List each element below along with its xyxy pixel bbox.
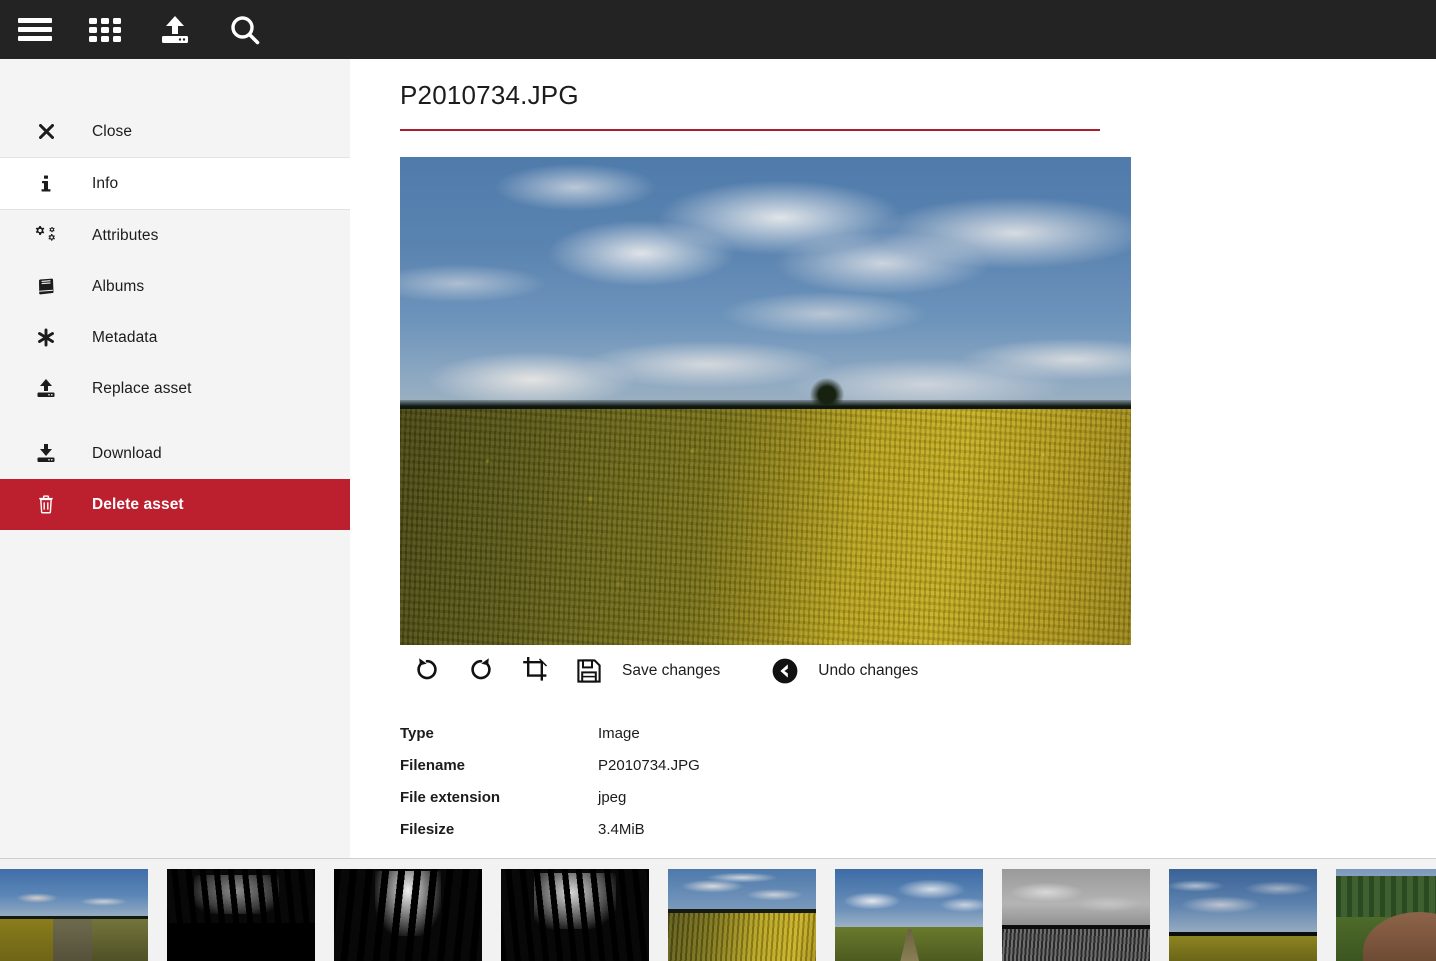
search-button[interactable] bbox=[210, 0, 280, 59]
table-row: File extension jpeg bbox=[400, 789, 700, 821]
page-title: P2010734.JPG bbox=[400, 80, 579, 110]
crop-button[interactable] bbox=[508, 649, 562, 693]
menu-icon bbox=[18, 17, 52, 43]
photo-sky-layer bbox=[400, 157, 1131, 410]
thumbnail-filmstrip[interactable] bbox=[0, 858, 1436, 961]
crop-icon bbox=[522, 656, 548, 687]
info-icon bbox=[0, 175, 92, 192]
gears-icon bbox=[0, 226, 92, 245]
rotate-right-icon bbox=[468, 656, 494, 687]
sidebar-item-label: Close bbox=[92, 122, 133, 140]
meta-value: 3.4MiB bbox=[598, 821, 645, 838]
list-item[interactable] bbox=[835, 869, 983, 961]
undo-icon bbox=[758, 649, 812, 693]
table-row: Filesize 3.4MiB bbox=[400, 821, 700, 853]
sidebar-item-label: Attributes bbox=[92, 226, 159, 244]
sidebar-item-label: Metadata bbox=[92, 328, 158, 346]
search-icon bbox=[230, 15, 260, 45]
sidebar-item-download[interactable]: Download bbox=[0, 428, 350, 479]
sidebar-group-gap bbox=[0, 414, 350, 428]
sidebar-item-info[interactable]: Info bbox=[0, 158, 350, 209]
grid-icon bbox=[89, 17, 121, 43]
download-icon bbox=[0, 444, 92, 463]
meta-value: Image bbox=[598, 725, 640, 742]
asterisk-icon bbox=[0, 328, 92, 347]
list-item[interactable] bbox=[1002, 869, 1150, 961]
thumb-sky bbox=[1169, 869, 1317, 935]
sidebar-item-delete-asset[interactable]: Delete asset bbox=[0, 479, 350, 530]
thumb-sky bbox=[835, 869, 983, 927]
thumb-field bbox=[1169, 935, 1317, 961]
rotate-right-button[interactable] bbox=[454, 649, 508, 693]
upload-icon bbox=[0, 379, 92, 398]
thumb-canopy bbox=[167, 922, 315, 961]
sidebar-item-attributes[interactable]: Attributes bbox=[0, 210, 350, 261]
thumb-path bbox=[53, 919, 95, 961]
browse-grid-button[interactable] bbox=[70, 0, 140, 59]
trash-icon bbox=[0, 495, 92, 514]
meta-key: Filesize bbox=[400, 821, 455, 838]
list-item[interactable] bbox=[501, 869, 649, 961]
list-item[interactable] bbox=[167, 869, 315, 961]
thumb-field bbox=[1002, 928, 1150, 961]
upload-button[interactable] bbox=[140, 0, 210, 59]
meta-key: Type bbox=[400, 725, 434, 742]
save-changes-label: Save changes bbox=[622, 662, 721, 679]
meta-value: P2010734.JPG bbox=[598, 757, 700, 774]
sidebar-item-label: Download bbox=[92, 444, 162, 462]
photo-field-texture bbox=[400, 409, 1131, 645]
thumb-trunks bbox=[334, 869, 482, 961]
asset-info-table: Type Image Filename P2010734.JPG File ex… bbox=[400, 725, 700, 853]
rotate-left-button[interactable] bbox=[400, 649, 454, 693]
image-edit-toolbar: Save changes Undo changes bbox=[400, 649, 918, 693]
meta-value: jpeg bbox=[598, 789, 627, 806]
thumb-field-texture bbox=[668, 912, 816, 961]
thumb-trunks bbox=[501, 869, 649, 961]
filmstrip-track bbox=[0, 869, 1436, 961]
save-icon bbox=[562, 649, 616, 693]
undo-changes-label: Undo changes bbox=[818, 662, 919, 679]
sidebar-item-replace-asset[interactable]: Replace asset bbox=[0, 363, 350, 414]
undo-changes-button[interactable]: Undo changes bbox=[758, 649, 918, 693]
sidebar: Close Info Attributes Albums Metadata Re… bbox=[0, 59, 350, 858]
thumb-sky bbox=[668, 869, 816, 912]
sidebar-item-label: Albums bbox=[92, 277, 145, 295]
sidebar-item-close[interactable]: Close bbox=[0, 106, 350, 157]
top-navigation-bar bbox=[0, 0, 1436, 59]
main-content: P2010734.JPG Save changes Undo changes T… bbox=[350, 59, 1436, 858]
thumb-field-right bbox=[91, 919, 148, 961]
table-row: Filename P2010734.JPG bbox=[400, 757, 700, 789]
rotate-left-icon bbox=[414, 656, 440, 687]
thumb-sky bbox=[1002, 869, 1150, 927]
list-item[interactable] bbox=[0, 869, 148, 961]
upload-icon bbox=[160, 15, 190, 44]
close-icon bbox=[0, 124, 92, 139]
thumb-clouds bbox=[0, 885, 148, 910]
sidebar-item-label: Info bbox=[92, 174, 119, 192]
book-icon bbox=[0, 278, 92, 296]
table-row: Type Image bbox=[400, 725, 700, 757]
sidebar-top-spacer bbox=[0, 59, 350, 106]
photo-tree-layer bbox=[810, 378, 844, 406]
meta-key: Filename bbox=[400, 757, 466, 774]
list-item[interactable] bbox=[334, 869, 482, 961]
asset-preview-image[interactable] bbox=[400, 157, 1131, 645]
list-item-selected[interactable] bbox=[668, 869, 816, 961]
menu-button[interactable] bbox=[0, 0, 70, 59]
sidebar-item-albums[interactable]: Albums bbox=[0, 261, 350, 312]
title-underline bbox=[400, 129, 1100, 131]
list-item[interactable] bbox=[1336, 869, 1436, 961]
save-changes-button[interactable]: Save changes bbox=[562, 649, 720, 693]
sidebar-item-metadata[interactable]: Metadata bbox=[0, 312, 350, 363]
sidebar-item-label: Delete asset bbox=[92, 495, 184, 513]
thumb-field-left bbox=[0, 919, 57, 961]
sidebar-item-label: Replace asset bbox=[92, 379, 192, 397]
list-item[interactable] bbox=[1169, 869, 1317, 961]
meta-key: File extension bbox=[400, 789, 501, 806]
